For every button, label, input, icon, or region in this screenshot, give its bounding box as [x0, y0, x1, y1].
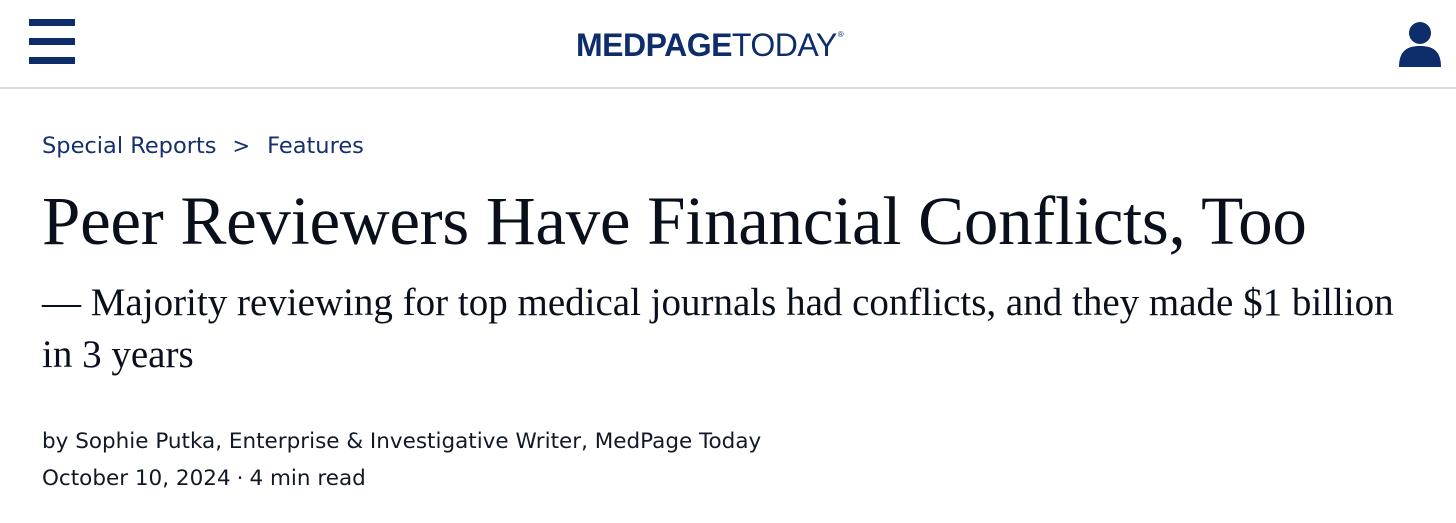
breadcrumb-link-features[interactable]: Features — [267, 133, 364, 159]
breadcrumb-separator: > — [232, 134, 251, 158]
site-logo[interactable]: MEDPAGE TODAY ® — [576, 27, 844, 63]
logo-registered-mark: ® — [837, 30, 844, 39]
logo-wordmark-regular: TODAY — [731, 27, 837, 63]
menu-bar — [29, 57, 75, 64]
article-meta: October 10, 2024 · 4 min read — [42, 463, 366, 495]
user-icon-svg — [1399, 22, 1441, 67]
hamburger-menu-icon[interactable] — [29, 19, 75, 65]
user-account-icon[interactable] — [1398, 21, 1442, 67]
read-time: 4 min read — [249, 466, 366, 491]
logo-wordmark-bold: MEDPAGE — [576, 27, 732, 63]
menu-bar — [29, 38, 75, 45]
breadcrumb: Special Reports > Features — [42, 130, 364, 162]
menu-bar — [29, 19, 75, 26]
site-header: MEDPAGE TODAY ® — [0, 0, 1456, 89]
article-deck: — Majority reviewing for top medical jou… — [42, 281, 1394, 376]
article-headline: Peer Reviewers Have Financial Conflicts,… — [42, 183, 1307, 259]
meta-separator: · — [236, 466, 244, 491]
author-link[interactable]: Sophie Putka — [75, 429, 215, 454]
publish-date: October 10, 2024 — [42, 466, 231, 491]
article-byline: by Sophie Putka, Enterprise & Investigat… — [42, 426, 761, 458]
breadcrumb-link-special-reports[interactable]: Special Reports — [42, 133, 217, 159]
author-role: , Enterprise & Investigative Writer, Med… — [215, 429, 762, 454]
byline-prefix: by — [42, 429, 69, 454]
